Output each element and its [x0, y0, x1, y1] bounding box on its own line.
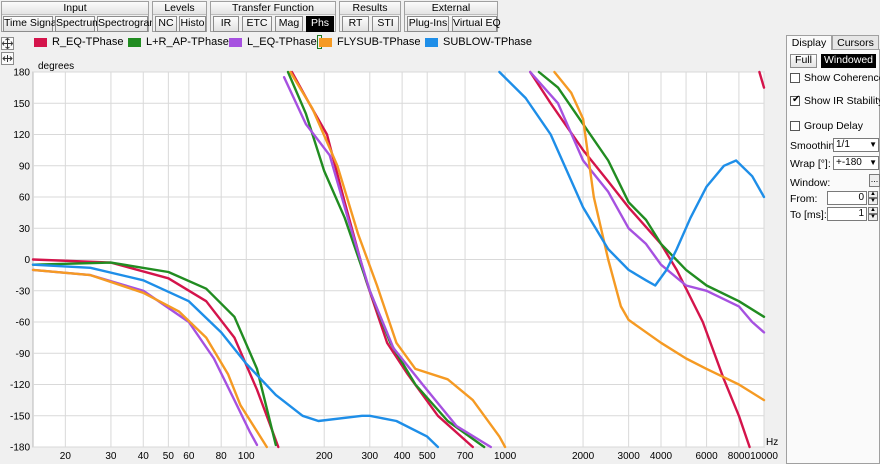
x-tick-label: 80 [216, 451, 228, 462]
y-tick-label: 180 [13, 68, 30, 79]
toolbar-group-results: Results RT STI [339, 1, 401, 32]
plug-ins-button[interactable]: Plug-Ins [407, 16, 449, 32]
toolbar-group-transfer-function: Transfer Function IR ETC Mag Phs [210, 1, 336, 32]
x-tick-label: 200 [316, 451, 333, 462]
from-input[interactable]: 0 [827, 191, 867, 205]
from-label: From: [790, 193, 818, 205]
wrap-select[interactable]: +-180 ▼ [833, 156, 879, 170]
spectrum-button[interactable]: Spectrum [55, 16, 101, 32]
group-delay-box[interactable] [790, 121, 800, 131]
mag-button[interactable]: Mag [275, 16, 303, 32]
x-tick-label: 8000 [728, 451, 751, 462]
time-signal-button[interactable]: Time Signal [3, 16, 59, 32]
show-ir-stability-box[interactable]: ✔ [790, 94, 801, 106]
wrap-value: +-180 [836, 157, 862, 168]
phs-button[interactable]: Phs [306, 16, 334, 32]
y-tick-label: 60 [19, 193, 31, 204]
show-coherence-box[interactable] [790, 73, 800, 83]
group-title-transfer-function: Transfer Function [211, 2, 335, 15]
x-tick-label: 500 [419, 451, 436, 462]
x-tick-label: 100 [238, 451, 255, 462]
dropdown-arrow-icon: ▼ [869, 158, 877, 167]
spectrogram-button[interactable]: Spectrogram [97, 16, 158, 32]
x-axis-unit: Hz [766, 437, 778, 448]
toolbar: Input Time Signal Spectrum Spectrogram L… [0, 0, 880, 33]
x-tick-label: 20 [60, 451, 72, 462]
display-pane: Full Windowed Show Coherence ✔ Show IR S… [786, 49, 880, 464]
nc-button[interactable]: NC [155, 16, 177, 32]
to-label: To [ms]: [790, 209, 827, 221]
dropdown-arrow-icon: ▼ [869, 140, 877, 149]
checkmark-icon: ✔ [792, 94, 801, 105]
show-coherence-label: Show Coherence [804, 72, 880, 84]
y-tick-label: -150 [10, 411, 30, 422]
x-tick-label: 40 [138, 451, 150, 462]
to-spinner[interactable]: ▲ ▼ [868, 207, 878, 221]
windowed-button[interactable]: Windowed [821, 54, 876, 68]
x-tick-label: 2000 [572, 451, 595, 462]
spin-down-icon[interactable]: ▼ [868, 214, 878, 221]
wrap-label: Wrap [°]: [790, 158, 831, 170]
to-input[interactable]: 1 [827, 207, 867, 221]
sti-button[interactable]: STI [372, 16, 399, 32]
smoothing-value: 1/1 [836, 139, 850, 150]
x-tick-label: 400 [394, 451, 411, 462]
toolbar-group-levels: Levels NC Histo [152, 1, 207, 32]
x-tick-label: 30 [105, 451, 117, 462]
window-label: Window: [790, 177, 831, 189]
phase-chart[interactable]: 1801501209060300-30-60-90-120-150-180 20… [0, 33, 784, 464]
show-ir-stability-label: Show IR Stability [804, 95, 880, 107]
tab-display[interactable]: Display [786, 35, 832, 50]
x-tick-label: 700 [457, 451, 474, 462]
x-tick-label: 60 [183, 451, 195, 462]
x-tick-label: 10000 [750, 451, 778, 462]
y-tick-label: 120 [13, 130, 30, 141]
smoothing-select[interactable]: 1/1 ▼ [833, 138, 879, 152]
settings-panel: Display Cursors Full Windowed Show Coher… [784, 33, 880, 464]
x-tick-label: 6000 [695, 451, 718, 462]
group-title-levels: Levels [153, 2, 206, 15]
y-axis-ticks: 180 150 120 90 60 30 0 -30 -60 -90 -120 -150 -180 [10, 68, 30, 454]
y-axis-title: degrees [38, 61, 74, 72]
ir-button[interactable]: IR [213, 16, 239, 32]
x-tick-label: 4000 [650, 451, 673, 462]
x-tick-label: 3000 [618, 451, 641, 462]
rt-button[interactable]: RT [342, 16, 369, 32]
y-tick-label: 90 [19, 161, 31, 172]
from-spinner[interactable]: ▲ ▼ [868, 191, 878, 205]
spin-up-icon[interactable]: ▲ [868, 207, 878, 214]
virtual-eq-button[interactable]: Virtual EQ [452, 16, 501, 32]
x-tick-label: 50 [163, 451, 175, 462]
window-options-button[interactable]: ... [869, 174, 880, 187]
full-button[interactable]: Full [790, 54, 817, 68]
tab-cursors[interactable]: Cursors [832, 35, 879, 50]
x-axis-ticks: 20 30 40 50 60 80 100 200 300 400 500 700 1000 2000 30… [60, 451, 779, 462]
group-title-input: Input [2, 2, 148, 15]
y-tick-label: -30 [16, 286, 31, 297]
spin-down-icon[interactable]: ▼ [868, 198, 878, 205]
group-title-results: Results [340, 2, 400, 15]
y-tick-label: -60 [16, 318, 31, 329]
group-delay-label: Group Delay [804, 120, 863, 132]
x-tick-label: 1000 [494, 451, 517, 462]
y-tick-label: -120 [10, 380, 30, 391]
y-tick-label: -180 [10, 443, 30, 454]
y-tick-label: 30 [19, 224, 31, 235]
y-tick-label: 150 [13, 99, 30, 110]
y-tick-label: 0 [24, 255, 30, 266]
spin-up-icon[interactable]: ▲ [868, 191, 878, 198]
etc-button[interactable]: ETC [242, 16, 272, 32]
histo-button[interactable]: Histo [179, 16, 206, 32]
toolbar-group-external: External Plug-Ins Virtual EQ [404, 1, 501, 32]
group-title-external: External [405, 2, 497, 15]
toolbar-group-input: Input Time Signal Spectrum Spectrogram [1, 1, 158, 32]
x-tick-label: 300 [361, 451, 378, 462]
y-tick-label: -90 [16, 349, 31, 360]
